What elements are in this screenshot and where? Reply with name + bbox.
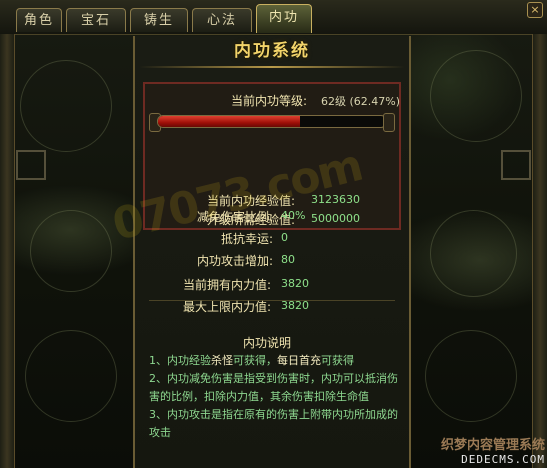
luck-resist-value: 0	[281, 231, 288, 244]
level-value: 62级 (62.47%)	[321, 95, 401, 108]
panel-title: 内功系统	[234, 41, 310, 61]
current-inner-force-label: 当前拥有内力值:	[183, 278, 272, 292]
tab-bar: 角色 宝石 铸生 心法 内功 ×	[0, 0, 547, 35]
corner-watermark: 织梦内容管理系统 DEDECMS.COM	[441, 434, 545, 466]
description-line-1: 1、内功经验杀怪可获得，每日首充可获得	[149, 354, 354, 367]
corner-watermark-en: DEDECMS.COM	[461, 453, 545, 466]
exp-progress-bar	[157, 115, 387, 128]
damage-reduction-value: 40%	[281, 209, 306, 222]
tab-rebirth[interactable]: 铸生	[130, 8, 188, 32]
flower-ornament	[25, 330, 117, 422]
corner-watermark-cn: 织梦内容管理系统	[440, 438, 545, 453]
exp-progress-fill	[158, 116, 301, 127]
current-inner-force-value: 3820	[281, 277, 309, 290]
title-divider	[139, 66, 405, 68]
tab-inner-power[interactable]: 内功	[256, 4, 312, 33]
inner-power-panel: 内功系统 当前内功等级: 62级 (62.47%) 当前内功经验值: 31236…	[133, 36, 411, 468]
flower-ornament	[20, 60, 112, 152]
flower-ornament	[425, 330, 517, 422]
flower-ornament	[430, 50, 522, 142]
luck-resist-label: 抵抗幸运:	[221, 232, 274, 246]
left-border-ornament	[0, 34, 15, 468]
close-icon[interactable]: ×	[527, 2, 543, 18]
bar-right-cap	[383, 113, 395, 132]
description-line-2: 2、内功减免伤害是指受到伤害时，内功可以抵消伤害的比例，扣除内力值，其余伤害扣除…	[149, 372, 398, 403]
flower-ornament	[430, 210, 517, 297]
attack-bonus-value: 80	[281, 253, 295, 266]
need-exp-value: 5000000	[311, 212, 360, 225]
tab-character[interactable]: 角色	[16, 8, 62, 32]
tab-mind-method[interactable]: 心法	[192, 8, 252, 32]
left-bracket-ornament	[16, 150, 46, 180]
attack-bonus-label: 内功攻击增加:	[197, 254, 274, 268]
flower-ornament	[30, 210, 112, 292]
game-window: 角色 宝石 铸生 心法 内功 × 内功系统 当前内功等级: 62级 (62.47…	[0, 0, 547, 468]
description-title: 内功说明	[243, 336, 292, 350]
description-text: 1、内功经验杀怪可获得，每日首充可获得 2、内功减免伤害是指受到伤害时，内功可以…	[149, 352, 403, 442]
level-label: 当前内功等级:	[231, 94, 308, 108]
description-line-3: 3、内功攻击是指在原有的伤害上附带内功所加成的攻击	[149, 408, 398, 439]
right-bracket-ornament	[501, 150, 531, 180]
right-border-ornament	[532, 34, 547, 468]
tab-gem[interactable]: 宝石	[66, 8, 126, 32]
max-inner-force-value: 3820	[281, 299, 309, 312]
max-inner-force-label: 最大上限内力值:	[183, 300, 272, 314]
